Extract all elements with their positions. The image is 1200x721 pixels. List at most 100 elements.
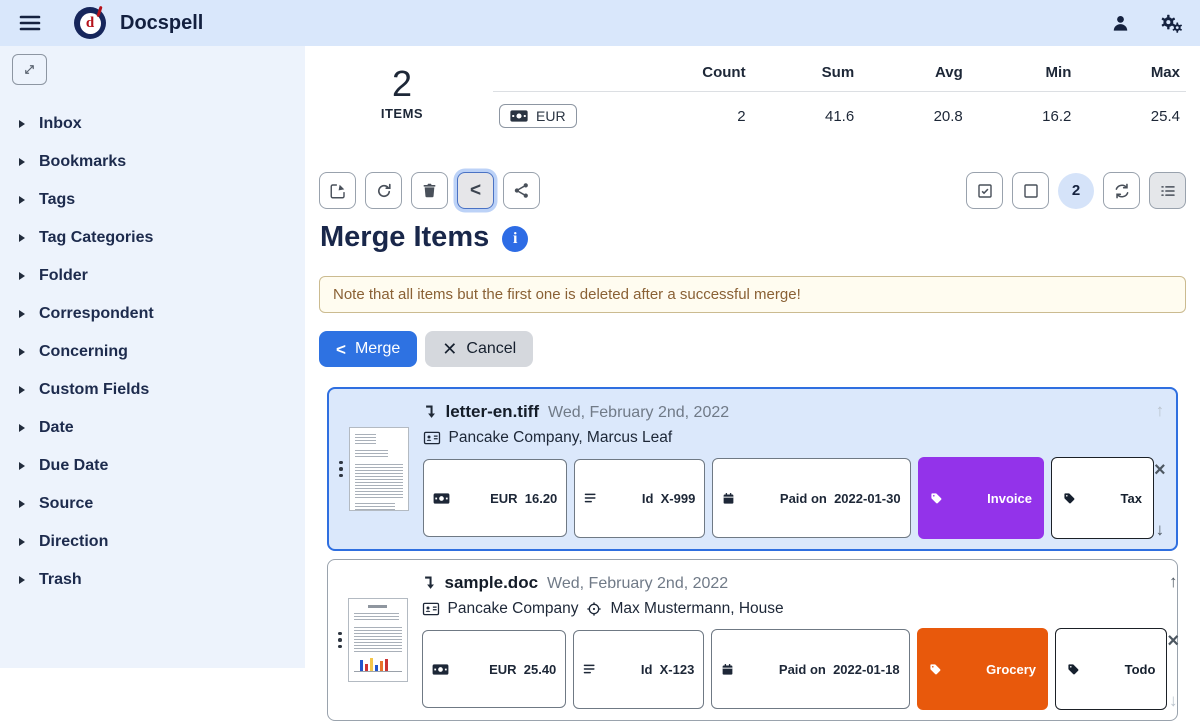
stats-value-max: 25.4 — [1077, 92, 1186, 133]
stats-header-min: Min — [969, 60, 1078, 92]
merge-button[interactable]: < Merge — [319, 331, 417, 367]
menu-toggle-button[interactable] — [18, 10, 44, 36]
address-card-icon — [422, 600, 440, 618]
caret-right-icon — [19, 158, 25, 166]
move-up-button[interactable]: ↑ — [1169, 573, 1178, 590]
deselect-all-button[interactable] — [1012, 172, 1049, 209]
kebab-menu-icon[interactable] — [338, 570, 342, 710]
info-icon[interactable]: i — [502, 226, 528, 252]
trash-icon — [421, 182, 438, 199]
stats-section: 2 ITEMS Count Sum Avg Min Max — [319, 60, 1186, 132]
stats-row-eur: EUR 2 41.6 20.8 16.2 25.4 — [493, 92, 1186, 133]
move-down-button[interactable]: ↓ — [1156, 521, 1165, 538]
remove-item-button[interactable]: × — [1167, 631, 1179, 651]
sidebar-item-bookmarks[interactable]: Bookmarks — [12, 143, 293, 181]
sidebar-item-inbox[interactable]: Inbox — [12, 105, 293, 143]
select-all-button[interactable] — [966, 172, 1003, 209]
check-square-icon — [976, 182, 994, 200]
merge-arrow-icon: < — [336, 341, 346, 358]
hamburger-icon — [18, 11, 44, 35]
sidebar-item-folder[interactable]: Folder — [12, 257, 293, 295]
card-controls: ↑ × ↓ — [1154, 399, 1166, 539]
delete-button[interactable] — [411, 172, 448, 209]
address-card-icon — [423, 429, 441, 447]
docspell-logo-icon: d — [74, 7, 106, 39]
sidebar-item-concerning[interactable]: Concerning — [12, 333, 293, 371]
user-menu-button[interactable] — [1111, 14, 1130, 33]
move-up-button[interactable]: ↑ — [1156, 402, 1165, 419]
sidebar-item-tags[interactable]: Tags — [12, 181, 293, 219]
redo-icon — [375, 182, 393, 200]
sidebar-item-direction[interactable]: Direction — [12, 523, 293, 561]
edit-button[interactable] — [319, 172, 356, 209]
square-icon — [1022, 182, 1040, 200]
sidebar-item-trash[interactable]: Trash — [12, 561, 293, 599]
caret-right-icon — [19, 272, 25, 280]
merge-item-card-2[interactable]: sample.doc Wed, February 2nd, 2022 Panca… — [327, 559, 1178, 721]
amount-badge: EUR 16.20 — [423, 459, 568, 537]
edit-icon — [329, 182, 347, 200]
calendar-icon — [721, 633, 772, 706]
merge-view-button[interactable]: < — [457, 172, 494, 209]
sidebar-item-tag-categories[interactable]: Tag Categories — [12, 219, 293, 257]
item-date: Wed, February 2nd, 2022 — [547, 575, 728, 593]
calendar-icon — [722, 462, 773, 535]
reload-button[interactable] — [365, 172, 402, 209]
main-content: 2 ITEMS Count Sum Avg Min Max — [305, 46, 1200, 674]
tag-badge-todo[interactable]: Todo — [1055, 628, 1167, 710]
cancel-button[interactable]: ✕ Cancel — [425, 331, 533, 367]
sidebar-item-date[interactable]: Date — [12, 409, 293, 447]
share-button[interactable] — [503, 172, 540, 209]
selection-count-badge: 2 — [1058, 173, 1094, 209]
stats-table: Count Sum Avg Min Max — [493, 60, 1186, 132]
tag-badge-invoice[interactable]: Invoice — [918, 457, 1044, 539]
sidebar-menu: Inbox Bookmarks Tags Tag Categories Fold… — [12, 105, 293, 599]
remove-item-button[interactable]: × — [1154, 460, 1166, 480]
item-count-value: 2 — [367, 64, 437, 104]
stats-header-count: Count — [643, 60, 752, 92]
merge-item-card-1[interactable]: letter-en.tiff Wed, February 2nd, 2022 P… — [327, 387, 1178, 551]
close-icon: ✕ — [442, 340, 457, 358]
arrow-turn-down-icon — [423, 404, 437, 420]
stats-header-max: Max — [1077, 60, 1186, 92]
sidebar-item-correspondent[interactable]: Correspondent — [12, 295, 293, 333]
card-controls: ↑ × ↓ — [1167, 570, 1179, 710]
caret-right-icon — [19, 500, 25, 508]
merge-actions: < Merge ✕ Cancel — [319, 331, 1186, 367]
tag-icon — [1067, 633, 1118, 706]
stats-value-sum: 41.6 — [752, 92, 861, 133]
item-details: letter-en.tiff Wed, February 2nd, 2022 P… — [423, 399, 1154, 539]
top-navbar: d Docspell — [0, 0, 1200, 46]
item-toolbar: < 2 — [319, 172, 1186, 209]
caret-right-icon — [19, 348, 25, 356]
tag-badge-tax[interactable]: Tax — [1051, 457, 1154, 539]
item-concerning: Max Mustermann, House — [610, 600, 783, 618]
item-filename: letter-en.tiff — [446, 402, 540, 422]
kebab-menu-icon[interactable] — [339, 399, 343, 539]
stats-value-count: 2 — [643, 92, 752, 133]
tag-icon — [930, 462, 981, 535]
item-filename: sample.doc — [445, 573, 539, 593]
sidebar-item-source[interactable]: Source — [12, 485, 293, 523]
settings-menu-button[interactable] — [1158, 12, 1182, 34]
sidebar: Inbox Bookmarks Tags Tag Categories Fold… — [0, 46, 305, 668]
list-view-button[interactable] — [1149, 172, 1186, 209]
user-icon — [1111, 14, 1130, 33]
money-bill-icon — [433, 463, 484, 534]
tag-badge-grocery[interactable]: Grocery — [917, 628, 1048, 710]
sidebar-item-custom-fields[interactable]: Custom Fields — [12, 371, 293, 409]
money-bill-icon — [432, 634, 483, 705]
move-down-button[interactable]: ↓ — [1169, 692, 1178, 709]
caret-right-icon — [19, 196, 25, 204]
crosshair-icon — [586, 601, 602, 617]
sidebar-expand-button[interactable] — [12, 54, 47, 85]
caret-right-icon — [19, 424, 25, 432]
refresh-selection-button[interactable] — [1103, 172, 1140, 209]
item-id-badge: Id X-999 — [574, 459, 705, 538]
caret-right-icon — [19, 234, 25, 242]
merge-warning-note: Note that all items but the first one is… — [319, 276, 1186, 313]
sidebar-item-due-date[interactable]: Due Date — [12, 447, 293, 485]
gears-icon — [1158, 12, 1182, 34]
caret-right-icon — [19, 310, 25, 318]
currency-badge: EUR — [499, 104, 577, 128]
